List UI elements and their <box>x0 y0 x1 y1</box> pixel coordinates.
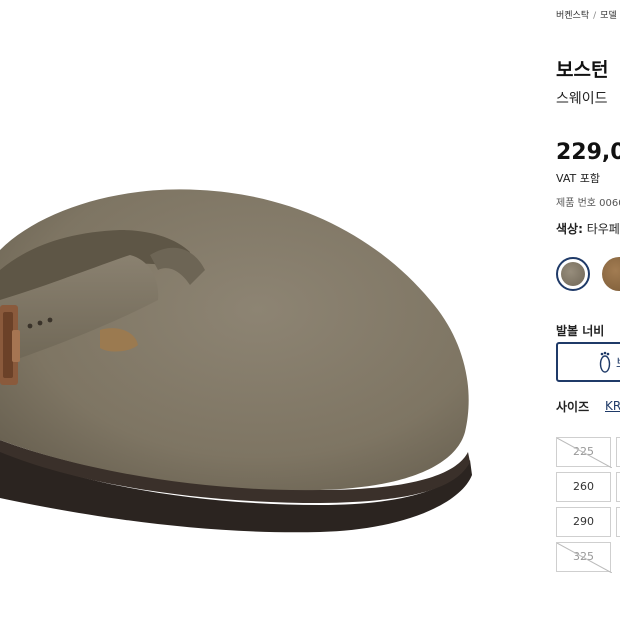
product-number: 제품 번호 0060 <box>556 198 620 209</box>
size-option-next[interactable] <box>616 472 620 502</box>
size-option-next[interactable] <box>616 437 620 467</box>
vat-note: VAT 포함 <box>556 172 600 185</box>
color-value: 타우페 <box>586 222 620 236</box>
upper <box>0 189 469 491</box>
size-option-next[interactable] <box>616 507 620 537</box>
size-value: 290 <box>573 515 594 528</box>
product-title: 보스턴 <box>556 59 609 81</box>
product-subtitle: 스웨이드 <box>556 91 608 107</box>
foot-icon <box>599 351 611 373</box>
breadcrumb-item-model[interactable]: 모델 <box>600 11 617 21</box>
sold-out-strike <box>557 438 612 468</box>
width-option-button[interactable]: 보 <box>556 342 620 382</box>
product-info: 버켄스탁/모델/ 보스턴 스웨이드 229,0 VAT 포함 제품 번호 006… <box>556 0 620 620</box>
size-label: 사이즈 <box>556 400 590 414</box>
color-row: 색상: 타우페 <box>556 220 620 237</box>
size-option-290[interactable]: 290 <box>556 507 611 537</box>
breadcrumb-item-brand[interactable]: 버켄스탁 <box>556 11 589 21</box>
color-swatch-brown[interactable] <box>602 257 620 291</box>
color-label: 색상: <box>556 222 583 236</box>
breadcrumb-separator: / <box>593 11 597 21</box>
size-option-325[interactable]: 325 <box>556 542 612 573</box>
sold-out-strike <box>557 543 612 573</box>
clog-illustration <box>0 189 472 533</box>
width-option-label: 보 <box>616 354 620 371</box>
size-option-225[interactable]: 225 <box>556 437 612 468</box>
breadcrumb: 버켄스탁/모델/ <box>556 8 620 21</box>
product-price: 229,0 <box>556 140 620 165</box>
size-option-260[interactable]: 260 <box>556 472 611 502</box>
product-image <box>0 0 540 620</box>
size-unit-toggle[interactable]: KR <box>605 399 620 413</box>
size-value: 260 <box>573 480 594 493</box>
swatch-fill <box>561 262 585 286</box>
color-swatch-taupe[interactable] <box>556 257 590 291</box>
width-label: 발볼 너비 <box>556 324 605 338</box>
buckle <box>0 305 20 385</box>
